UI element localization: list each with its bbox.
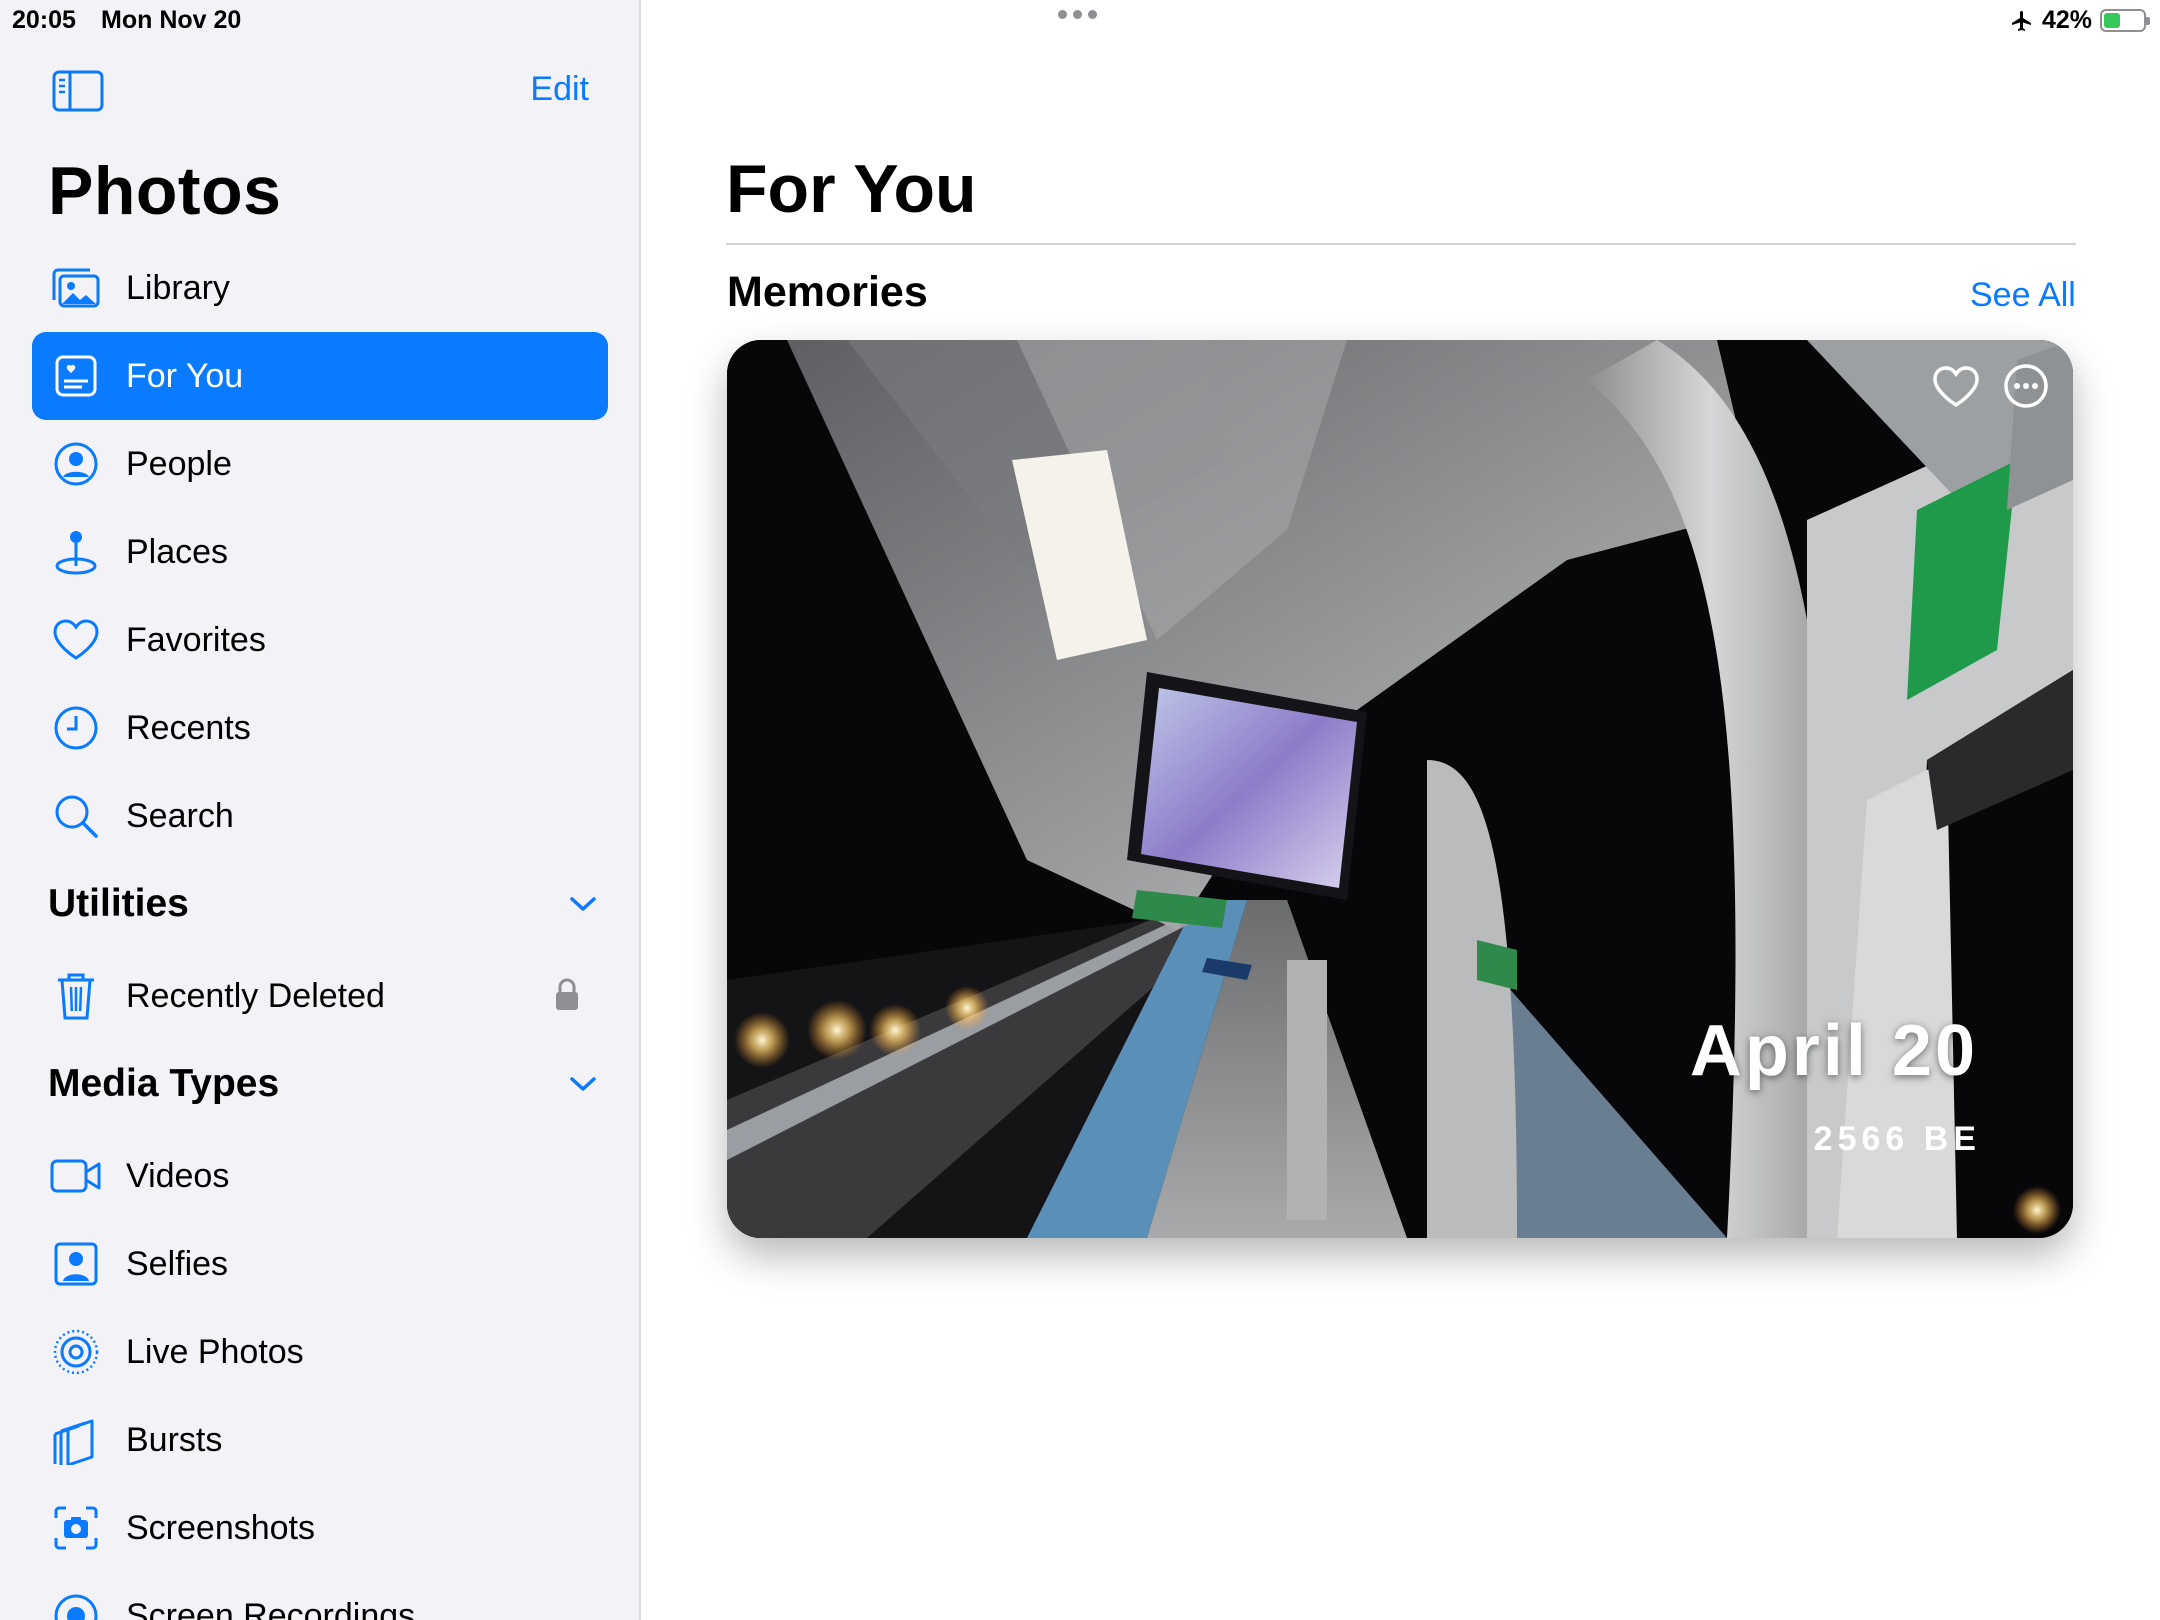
status-time: 20:05 xyxy=(12,6,76,34)
sidebar-item-label: Screenshots xyxy=(126,1508,315,1547)
page-title: For You xyxy=(726,151,977,227)
sidebar-item-recents[interactable]: Recents xyxy=(32,684,608,772)
airplane-icon xyxy=(2011,10,2031,31)
sidebar: Edit Photos Library For You People Place… xyxy=(0,0,641,1620)
sidebar-item-label: Search xyxy=(126,796,234,835)
selfie-icon xyxy=(48,1236,104,1292)
sidebar-item-videos[interactable]: Videos xyxy=(32,1132,608,1220)
media-types-heading: Media Types xyxy=(48,1062,280,1105)
sidebar-item-label: Live Photos xyxy=(126,1332,304,1371)
memory-subtitle: 2566 BE xyxy=(1813,1120,1981,1158)
screenshot-icon xyxy=(48,1500,104,1556)
sidebar-item-label: Videos xyxy=(126,1156,230,1195)
title-divider xyxy=(726,243,2076,245)
sidebar-item-label: For You xyxy=(126,356,244,395)
sidebar-item-label: Favorites xyxy=(126,620,266,659)
status-bar: 20:05 Mon Nov 20 42% xyxy=(0,0,2160,40)
chevron-down-icon[interactable] xyxy=(568,1074,598,1094)
bursts-icon xyxy=(48,1412,104,1468)
more-options-icon[interactable] xyxy=(2002,362,2050,410)
memory-photo xyxy=(727,340,2073,1238)
sidebar-item-people[interactable]: People xyxy=(32,420,608,508)
sidebar-title: Photos xyxy=(48,153,282,229)
utilities-heading: Utilities xyxy=(48,882,189,925)
sidebar-item-screenshots[interactable]: Screenshots xyxy=(32,1484,608,1572)
library-icon xyxy=(48,260,104,316)
see-all-link[interactable]: See All xyxy=(1970,276,2076,315)
memory-title: April 20 xyxy=(1689,1011,1978,1091)
sidebar-item-live-photos[interactable]: Live Photos xyxy=(32,1308,608,1396)
sidebar-item-places[interactable]: Places xyxy=(32,508,608,596)
for-you-icon xyxy=(48,348,104,404)
sidebar-item-screen-recordings[interactable]: Screen Recordings xyxy=(32,1572,608,1620)
battery-icon xyxy=(2100,9,2150,32)
memory-card[interactable]: April 20 2566 BE xyxy=(727,340,2073,1238)
video-icon xyxy=(48,1148,104,1204)
heart-icon xyxy=(48,612,104,668)
sidebar-item-label: Library xyxy=(126,268,230,307)
sidebar-item-selfies[interactable]: Selfies xyxy=(32,1220,608,1308)
screen-recording-icon xyxy=(48,1588,104,1620)
status-indicators: 42% xyxy=(2010,6,2150,35)
sidebar-item-label: Recents xyxy=(126,708,251,747)
map-pin-icon xyxy=(48,524,104,580)
live-photo-icon xyxy=(48,1324,104,1380)
sidebar-item-label: Selfies xyxy=(126,1244,229,1283)
sidebar-item-for-you[interactable]: For You xyxy=(32,332,608,420)
sidebar-toggle-icon[interactable] xyxy=(52,70,104,112)
sidebar-item-favorites[interactable]: Favorites xyxy=(32,596,608,684)
lock-icon xyxy=(556,978,578,1010)
clock-icon xyxy=(48,700,104,756)
search-icon xyxy=(48,788,104,844)
sidebar-item-label: People xyxy=(126,444,232,483)
memories-heading: Memories xyxy=(727,268,928,316)
heart-icon[interactable] xyxy=(1931,362,1981,412)
person-circle-icon xyxy=(48,436,104,492)
battery-percent: 42% xyxy=(2041,6,2092,34)
battery-level xyxy=(2104,13,2120,28)
sidebar-item-library[interactable]: Library xyxy=(32,244,608,332)
multitasking-dots-icon[interactable] xyxy=(1058,10,1097,19)
sidebar-item-label: Recently Deleted xyxy=(126,976,385,1015)
sidebar-item-search[interactable]: Search xyxy=(32,772,608,860)
chevron-down-icon[interactable] xyxy=(568,894,598,914)
sidebar-item-bursts[interactable]: Bursts xyxy=(32,1396,608,1484)
trash-icon xyxy=(48,968,104,1024)
edit-button[interactable]: Edit xyxy=(530,70,589,109)
sidebar-item-label: Bursts xyxy=(126,1420,223,1459)
sidebar-item-recently-deleted[interactable]: Recently Deleted xyxy=(32,952,608,1040)
media-types-section-header[interactable]: Media Types xyxy=(48,1062,598,1106)
utilities-section-header[interactable]: Utilities xyxy=(48,882,598,926)
status-date: Mon Nov 20 xyxy=(101,6,242,34)
sidebar-item-label: Places xyxy=(126,532,229,571)
sidebar-item-label: Screen Recordings xyxy=(126,1596,416,1620)
